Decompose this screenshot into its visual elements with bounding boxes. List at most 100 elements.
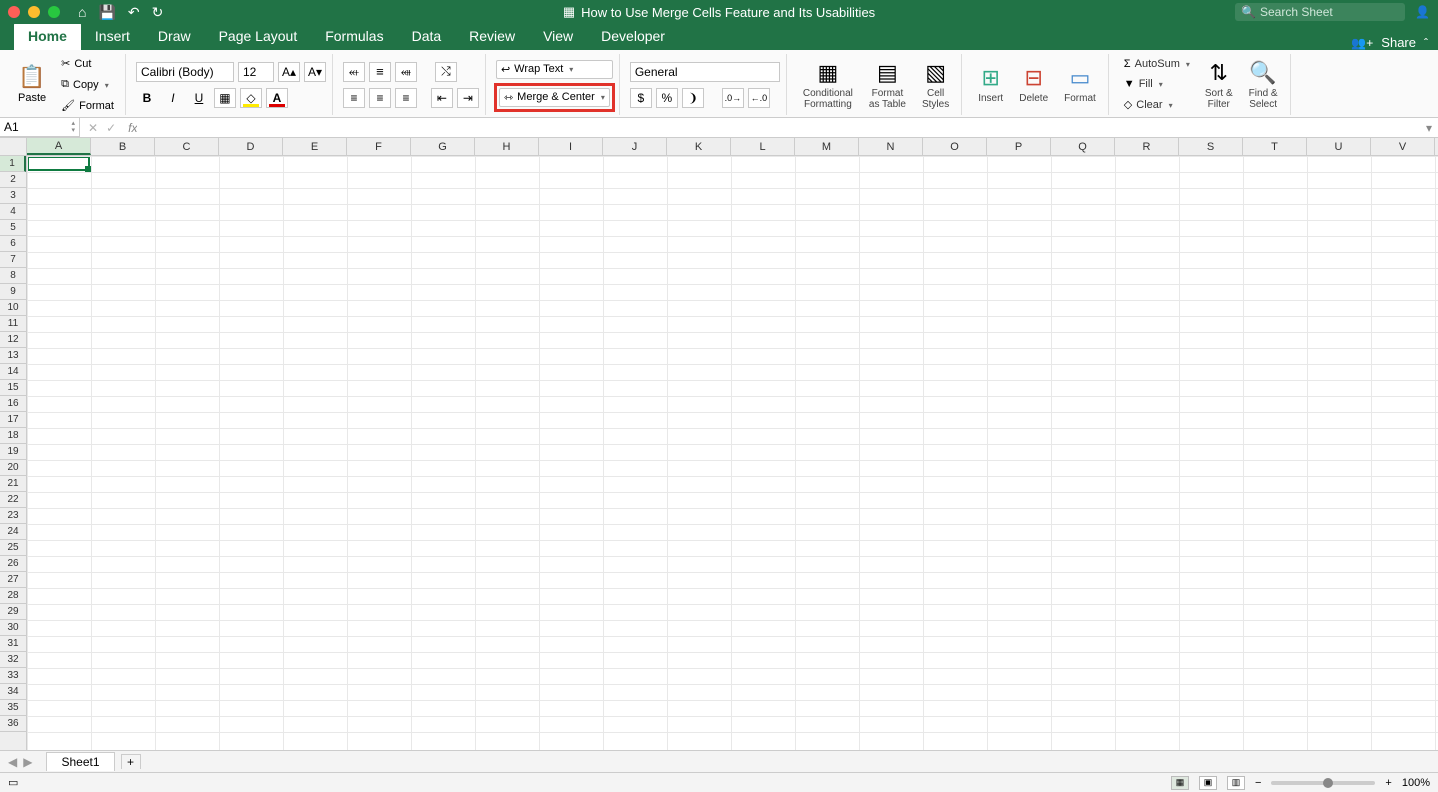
tab-draw[interactable]: Draw	[144, 23, 205, 50]
bold-button[interactable]: B	[136, 88, 158, 108]
page-break-view-button[interactable]: ▥	[1227, 776, 1245, 790]
row-header-36[interactable]: 36	[0, 716, 26, 732]
row-header-14[interactable]: 14	[0, 364, 26, 380]
format-cells-button[interactable]: ▭Format	[1058, 63, 1102, 106]
border-button[interactable]: ▦	[214, 88, 236, 108]
merge-center-button[interactable]: ⇿Merge & Center	[499, 88, 610, 107]
font-name-input[interactable]	[136, 62, 234, 82]
font-color-button[interactable]: A	[266, 88, 288, 108]
align-middle-button[interactable]: ≡	[369, 62, 391, 82]
cut-button[interactable]: ✂Cut	[56, 54, 119, 73]
col-header-l[interactable]: L	[731, 138, 795, 155]
zoom-out-button[interactable]: −	[1255, 777, 1261, 789]
row-header-17[interactable]: 17	[0, 412, 26, 428]
save-icon[interactable]: 💾	[98, 4, 115, 21]
name-box[interactable]: A1 ▴▾	[0, 118, 80, 137]
formula-input[interactable]	[137, 118, 1420, 137]
row-header-7[interactable]: 7	[0, 252, 26, 268]
col-header-q[interactable]: Q	[1051, 138, 1115, 155]
tab-home[interactable]: Home	[14, 23, 81, 50]
cell-styles-button[interactable]: ▧CellStyles	[916, 58, 955, 112]
tab-page-layout[interactable]: Page Layout	[205, 23, 312, 50]
increase-decimal-button[interactable]: .0→	[722, 88, 744, 108]
col-header-d[interactable]: D	[219, 138, 283, 155]
col-header-u[interactable]: U	[1307, 138, 1371, 155]
underline-button[interactable]: U	[188, 88, 210, 108]
expand-formula-bar-icon[interactable]: ▾	[1420, 121, 1438, 135]
row-header-9[interactable]: 9	[0, 284, 26, 300]
col-header-t[interactable]: T	[1243, 138, 1307, 155]
row-header-10[interactable]: 10	[0, 300, 26, 316]
format-as-table-button[interactable]: ▤Formatas Table	[863, 58, 912, 112]
row-header-5[interactable]: 5	[0, 220, 26, 236]
row-header-8[interactable]: 8	[0, 268, 26, 284]
italic-button[interactable]: I	[162, 88, 184, 108]
normal-view-button[interactable]: ▦	[1171, 776, 1189, 790]
col-header-r[interactable]: R	[1115, 138, 1179, 155]
col-header-m[interactable]: M	[795, 138, 859, 155]
wrap-text-button[interactable]: ↩Wrap Text	[496, 60, 613, 79]
row-header-18[interactable]: 18	[0, 428, 26, 444]
row-header-2[interactable]: 2	[0, 172, 26, 188]
tab-view[interactable]: View	[529, 23, 587, 50]
row-header-20[interactable]: 20	[0, 460, 26, 476]
col-header-a[interactable]: A	[27, 138, 91, 155]
fill-button[interactable]: ▼Fill	[1119, 75, 1195, 93]
col-header-v[interactable]: V	[1371, 138, 1435, 155]
sort-filter-button[interactable]: ⇅Sort &Filter	[1199, 58, 1239, 112]
undo-icon[interactable]: ↶	[128, 4, 140, 21]
col-header-i[interactable]: I	[539, 138, 603, 155]
col-header-k[interactable]: K	[667, 138, 731, 155]
row-header-3[interactable]: 3	[0, 188, 26, 204]
copy-button[interactable]: ⧉Copy	[56, 75, 119, 94]
row-header-28[interactable]: 28	[0, 588, 26, 604]
cell-grid[interactable]	[27, 156, 1438, 750]
active-cell-a1[interactable]	[27, 156, 90, 171]
row-header-34[interactable]: 34	[0, 684, 26, 700]
col-header-j[interactable]: J	[603, 138, 667, 155]
align-bottom-button[interactable]: ⬵	[395, 62, 417, 82]
increase-indent-button[interactable]: ⇥	[457, 88, 479, 108]
collapse-ribbon-icon[interactable]: ˆ	[1424, 36, 1428, 50]
zoom-slider[interactable]	[1271, 781, 1375, 785]
row-header-23[interactable]: 23	[0, 508, 26, 524]
add-sheet-button[interactable]: +	[121, 754, 141, 769]
decrease-font-button[interactable]: A▾	[304, 62, 326, 82]
insert-cells-button[interactable]: ⊞Insert	[972, 63, 1009, 106]
cancel-icon[interactable]: ✕	[88, 121, 98, 135]
col-header-n[interactable]: N	[859, 138, 923, 155]
font-size-input[interactable]	[238, 62, 274, 82]
row-header-31[interactable]: 31	[0, 636, 26, 652]
col-header-f[interactable]: F	[347, 138, 411, 155]
fill-color-button[interactable]: ◇	[240, 88, 262, 108]
tab-data[interactable]: Data	[398, 23, 456, 50]
percent-button[interactable]: %	[656, 88, 678, 108]
clear-button[interactable]: ◇Clear	[1119, 95, 1195, 114]
row-header-32[interactable]: 32	[0, 652, 26, 668]
number-format-select[interactable]	[630, 62, 780, 82]
row-header-21[interactable]: 21	[0, 476, 26, 492]
row-header-15[interactable]: 15	[0, 380, 26, 396]
row-header-11[interactable]: 11	[0, 316, 26, 332]
maximize-window-button[interactable]	[48, 6, 60, 18]
row-header-22[interactable]: 22	[0, 492, 26, 508]
minimize-window-button[interactable]	[28, 6, 40, 18]
find-select-button[interactable]: 🔍Find &Select	[1243, 58, 1284, 112]
user-icon[interactable]: 👤	[1415, 5, 1430, 19]
conditional-formatting-button[interactable]: ▦ConditionalFormatting	[797, 58, 859, 112]
redo-icon[interactable]: ↻	[152, 4, 164, 21]
autosum-button[interactable]: ΣAutoSum	[1119, 55, 1195, 73]
comma-button[interactable]: ❩	[682, 88, 704, 108]
col-header-g[interactable]: G	[411, 138, 475, 155]
customize-status-icon[interactable]: ▭	[8, 776, 18, 789]
col-header-b[interactable]: B	[91, 138, 155, 155]
home-icon[interactable]: ⌂	[78, 4, 86, 20]
row-header-26[interactable]: 26	[0, 556, 26, 572]
search-sheet-input[interactable]: 🔍 Search Sheet	[1235, 3, 1405, 21]
row-header-35[interactable]: 35	[0, 700, 26, 716]
col-header-s[interactable]: S	[1179, 138, 1243, 155]
row-header-33[interactable]: 33	[0, 668, 26, 684]
row-header-4[interactable]: 4	[0, 204, 26, 220]
col-header-c[interactable]: C	[155, 138, 219, 155]
decrease-decimal-button[interactable]: ←.0	[748, 88, 770, 108]
